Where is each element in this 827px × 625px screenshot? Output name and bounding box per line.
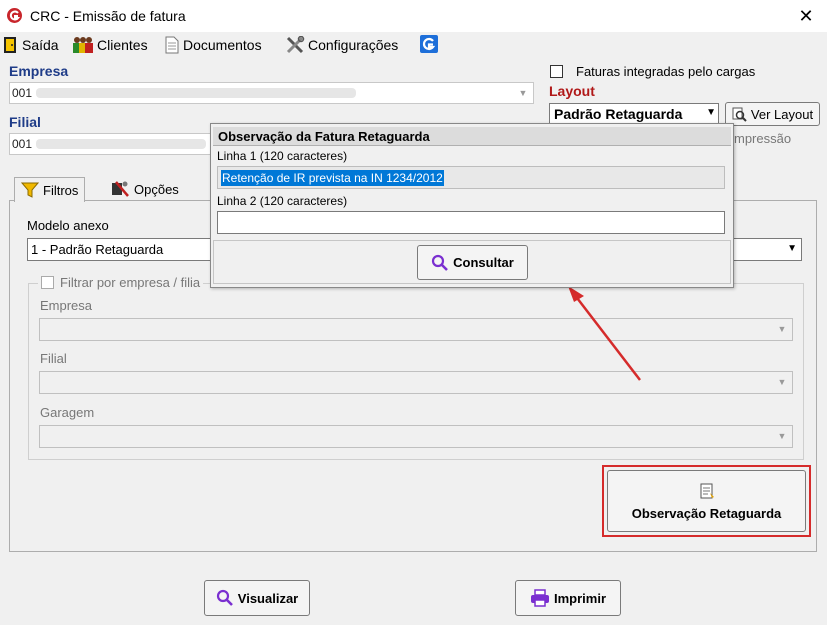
clients-menu[interactable]: Clientes (72, 34, 148, 56)
print-option-label: mpressão (734, 131, 792, 146)
options-tools-icon (112, 181, 129, 197)
line1-label: Linha 1 (120 caracteres) (217, 149, 348, 163)
integrated-label: Faturas integradas pelo cargas (576, 64, 756, 79)
chevron-down-icon[interactable]: ▼ (706, 107, 716, 118)
settings-menu[interactable]: Configurações (285, 34, 398, 56)
branch-name-redacted (36, 139, 206, 149)
model-label: Modelo anexo (27, 218, 109, 233)
branch-label: Filial (9, 114, 41, 130)
view-button[interactable]: Visualizar (204, 580, 310, 616)
tab-options-label: Opções (134, 181, 179, 197)
observation-button[interactable]: Observação Retaguarda (607, 470, 806, 532)
filter-company-label: Empresa (40, 298, 93, 313)
consult-button-label: Consultar (453, 255, 514, 270)
view-button-label: Visualizar (237, 590, 299, 606)
chevron-down-icon[interactable]: ▼ (773, 320, 791, 338)
documents-menu[interactable]: Documentos (164, 34, 262, 56)
popup-title: Observação da Fatura Retaguarda (213, 127, 731, 146)
window-title: CRC - Emissão de fatura (30, 8, 186, 24)
branch-value: 001 (12, 137, 33, 151)
line2-label: Linha 2 (120 caracteres) (217, 194, 348, 208)
document-icon (165, 36, 179, 54)
note-icon (700, 483, 714, 498)
printer-icon (530, 589, 549, 607)
company-value: 001 (12, 86, 33, 100)
documents-label: Documentos (183, 37, 262, 53)
filter-company-select[interactable]: ▼ (39, 318, 793, 341)
print-button-label: Imprimir (553, 590, 606, 606)
magnifier-icon (216, 589, 233, 606)
filter-garage-label: Garagem (40, 405, 95, 420)
tools-icon (286, 36, 305, 54)
chevron-down-icon[interactable]: ▼ (787, 243, 797, 254)
line1-input[interactable]: Retenção de IR prevista na IN 1234/2012 (217, 166, 725, 189)
company-name-redacted (36, 88, 356, 98)
print-button[interactable]: Imprimir (515, 580, 621, 616)
g-app-icon[interactable] (420, 35, 438, 53)
exit-menu[interactable]: Saída (3, 34, 59, 56)
funnel-icon (21, 182, 39, 198)
view-layout-button[interactable]: Ver Layout (725, 102, 820, 126)
annotation-arrow-icon (568, 286, 641, 381)
crc-logo-icon (6, 7, 23, 24)
exit-label: Saída (22, 37, 59, 53)
close-button[interactable]: ✕ (790, 2, 822, 30)
people-icon (73, 37, 93, 53)
integrated-checkbox[interactable] (550, 65, 563, 78)
layout-select[interactable]: Padrão Retaguarda ▼ (549, 103, 719, 125)
clients-label: Clientes (97, 37, 148, 53)
layout-label: Layout (549, 83, 595, 99)
filter-branch-label: Filial (40, 351, 67, 366)
filter-garage-select[interactable]: ▼ (39, 425, 793, 448)
chevron-down-icon[interactable]: ▼ (773, 373, 791, 391)
layout-selected: Padrão Retaguarda (554, 106, 683, 122)
tab-options[interactable]: Opções (104, 177, 185, 201)
filter-by-company[interactable]: Filtrar por empresa / filia (38, 275, 204, 290)
magnifier-icon (432, 254, 449, 271)
company-label: Empresa (9, 63, 69, 79)
view-layout-label: Ver Layout (750, 106, 814, 122)
chevron-down-icon[interactable]: ▼ (514, 84, 532, 102)
door-exit-icon (4, 37, 16, 53)
magnifier-icon (732, 107, 747, 122)
consult-button[interactable]: Consultar (417, 245, 528, 280)
company-select[interactable]: 001 ▼ (9, 82, 534, 104)
observation-button-label: Observação Retaguarda (631, 505, 782, 521)
settings-label: Configurações (308, 37, 399, 53)
model-selected: 1 - Padrão Retaguarda (31, 242, 164, 257)
filter-checkbox-label: Filtrar por empresa / filia (60, 275, 201, 290)
tab-filters-label: Filtros (43, 182, 79, 198)
filter-branch-select[interactable]: ▼ (39, 371, 793, 394)
filter-checkbox[interactable] (41, 276, 54, 289)
tab-filters[interactable]: Filtros (14, 177, 86, 202)
branch-select[interactable]: 001 (9, 133, 214, 155)
chevron-down-icon[interactable]: ▼ (773, 427, 791, 445)
line1-value: Retenção de IR prevista na IN 1234/2012 (221, 170, 444, 186)
line2-input[interactable] (217, 211, 725, 234)
